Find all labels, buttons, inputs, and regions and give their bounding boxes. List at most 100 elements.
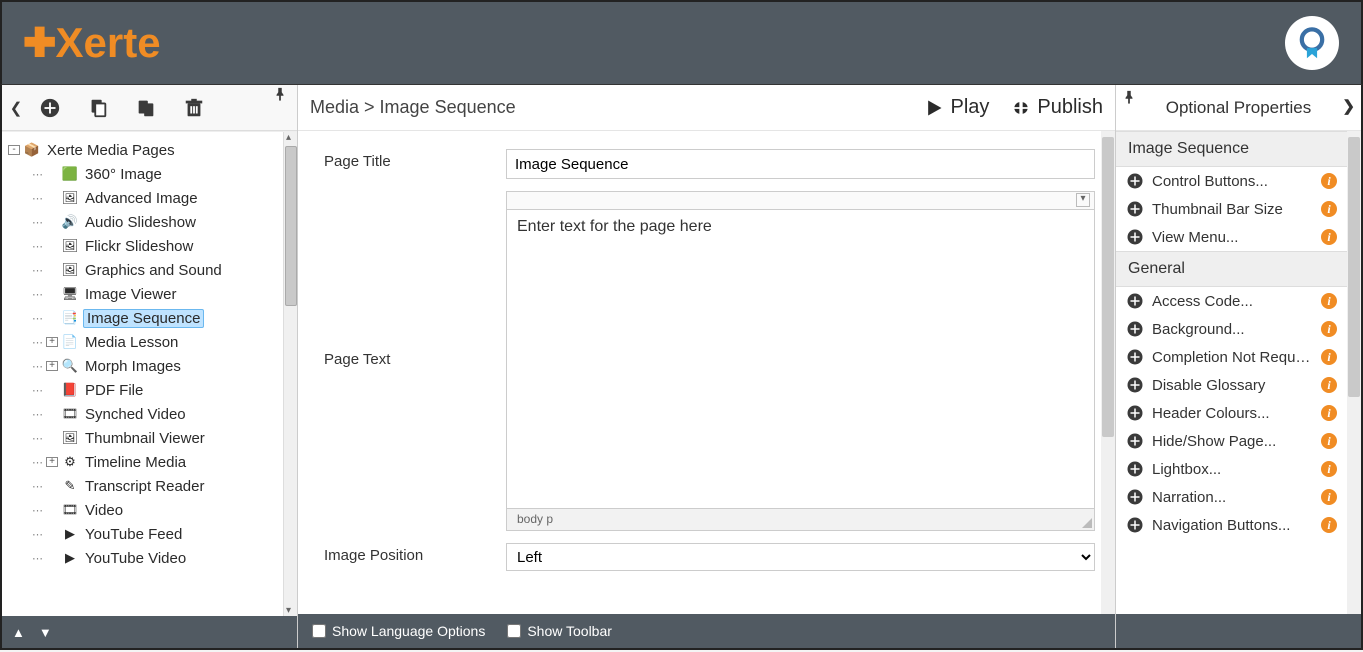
scrollbar-thumb[interactable] xyxy=(1102,137,1114,437)
property-item[interactable]: Disable Glossaryi xyxy=(1116,371,1347,399)
info-icon[interactable]: i xyxy=(1321,405,1337,421)
duplicate-button[interactable] xyxy=(74,86,122,130)
property-item[interactable]: Hide/Show Page...i xyxy=(1116,427,1347,455)
properties-section-title: Image Sequence xyxy=(1116,131,1347,167)
property-label: Navigation Buttons... xyxy=(1152,517,1313,534)
page-type-icon: ⚙ xyxy=(62,454,78,470)
add-property-icon xyxy=(1126,172,1144,190)
info-icon[interactable]: i xyxy=(1321,461,1337,477)
tree-item[interactable]: ⋯📑Image Sequence xyxy=(8,306,281,330)
page-type-icon: 🖥 xyxy=(62,286,78,302)
tree-item[interactable]: ⋯▶YouTube Video xyxy=(8,546,281,570)
property-item[interactable]: Header Colours...i xyxy=(1116,399,1347,427)
page-type-icon: ▶ xyxy=(62,550,78,566)
add-property-icon xyxy=(1126,348,1144,366)
pin-left-button[interactable] xyxy=(273,87,293,107)
tree-item[interactable]: ⋯🟩360° Image xyxy=(8,162,281,186)
tree-item-label: YouTube Feed xyxy=(83,526,184,543)
property-label: Completion Not Required xyxy=(1152,349,1313,366)
editor-toolbar[interactable] xyxy=(506,191,1095,209)
tree-item[interactable]: ⋯📕PDF File xyxy=(8,378,281,402)
property-item[interactable]: Navigation Buttons... i xyxy=(1116,511,1347,539)
app-logo: ✖ Xerte xyxy=(24,19,161,67)
tree-item[interactable]: ⋯🖥Image Viewer xyxy=(8,282,281,306)
property-label: Background... xyxy=(1152,321,1313,338)
page-type-icon: 🖼 xyxy=(62,238,78,254)
tree-item[interactable]: ⋯🖼Graphics and Sound xyxy=(8,258,281,282)
info-icon[interactable]: i xyxy=(1321,293,1337,309)
publish-button[interactable]: Publish xyxy=(1011,96,1103,119)
info-icon[interactable]: i xyxy=(1321,201,1337,217)
tree-item[interactable]: ⋯🖼Advanced Image xyxy=(8,186,281,210)
tree-item[interactable]: ⋯🎞Video xyxy=(8,498,281,522)
move-up-button[interactable]: ▲ xyxy=(12,625,25,640)
page-text-label: Page Text xyxy=(324,191,506,531)
tree-toolbar: ❮ xyxy=(2,85,297,131)
add-property-icon xyxy=(1126,432,1144,450)
resize-handle[interactable] xyxy=(1082,518,1092,528)
add-button[interactable] xyxy=(26,86,74,130)
page-type-icon: 🖼 xyxy=(62,262,78,278)
tree-item[interactable]: ⋯▶YouTube Feed xyxy=(8,522,281,546)
tree-item[interactable]: ⋯+🔍Morph Images xyxy=(8,354,281,378)
scrollbar-thumb[interactable] xyxy=(285,146,297,306)
tree-item[interactable]: ⋯+⚙Timeline Media xyxy=(8,450,281,474)
expand-icon[interactable]: + xyxy=(46,457,58,467)
info-icon[interactable]: i xyxy=(1321,517,1337,533)
editor-panel: Media > Image Sequence Play Publish Page… xyxy=(298,85,1116,648)
move-down-button[interactable]: ▼ xyxy=(39,625,52,640)
tree-item[interactable]: ⋯🖼Flickr Slideshow xyxy=(8,234,281,258)
property-item[interactable]: Lightbox...i xyxy=(1116,455,1347,483)
property-item[interactable]: Control Buttons... i xyxy=(1116,167,1347,195)
tree-item[interactable]: ⋯🔊Audio Slideshow xyxy=(8,210,281,234)
collapse-left-button[interactable]: ❮ xyxy=(6,86,26,130)
tree-item[interactable]: ⋯🎞Synched Video xyxy=(8,402,281,426)
property-item[interactable]: Background... i xyxy=(1116,315,1347,343)
info-icon[interactable]: i xyxy=(1321,321,1337,337)
show-language-checkbox[interactable]: Show Language Options xyxy=(312,623,485,639)
property-label: Control Buttons... xyxy=(1152,173,1313,190)
tree-item-label: Media Lesson xyxy=(83,334,180,351)
page-type-icon: 🎞 xyxy=(62,406,78,422)
property-item[interactable]: View Menu...i xyxy=(1116,223,1347,251)
collapse-icon[interactable]: - xyxy=(8,145,20,155)
copy-button[interactable] xyxy=(122,86,170,130)
play-icon xyxy=(924,98,944,118)
page-text-editor[interactable]: Enter text for the page here xyxy=(506,209,1095,509)
page-type-icon: 🎞 xyxy=(62,502,78,518)
page-type-icon: 📕 xyxy=(62,382,78,398)
collapse-right-button[interactable]: ❯ xyxy=(1342,97,1355,115)
tree-item[interactable]: ⋯🖼Thumbnail Viewer xyxy=(8,426,281,450)
editor-body: Page Title Page Text Enter text for the … xyxy=(298,131,1115,614)
add-property-icon xyxy=(1126,516,1144,534)
info-icon[interactable]: i xyxy=(1321,229,1337,245)
editor-scrollbar[interactable] xyxy=(1101,131,1115,614)
info-icon[interactable]: i xyxy=(1321,433,1337,449)
image-position-select[interactable]: Left xyxy=(506,543,1095,571)
expand-icon[interactable]: + xyxy=(46,337,58,347)
tree-item[interactable]: ⋯✎Transcript Reader xyxy=(8,474,281,498)
property-item[interactable]: Thumbnail Bar Sizei xyxy=(1116,195,1347,223)
property-item[interactable]: Narration...i xyxy=(1116,483,1347,511)
add-property-icon xyxy=(1126,404,1144,422)
info-icon[interactable]: i xyxy=(1321,377,1337,393)
info-icon[interactable]: i xyxy=(1321,489,1337,505)
info-icon[interactable]: i xyxy=(1321,349,1337,365)
scrollbar-thumb[interactable] xyxy=(1348,137,1360,397)
property-item[interactable]: Completion Not Required i xyxy=(1116,343,1347,371)
play-button[interactable]: Play xyxy=(924,96,989,119)
tree-scrollbar[interactable] xyxy=(283,132,297,616)
delete-button[interactable] xyxy=(170,86,218,130)
properties-scrollbar[interactable] xyxy=(1347,131,1361,614)
pin-right-button[interactable] xyxy=(1122,89,1136,109)
show-toolbar-checkbox[interactable]: Show Toolbar xyxy=(507,623,612,639)
tree-item[interactable]: ⋯+📄Media Lesson xyxy=(8,330,281,354)
page-tree[interactable]: - 📦 Xerte Media Pages ⋯🟩360° Image⋯🖼Adva… xyxy=(2,132,283,616)
page-title-input[interactable] xyxy=(506,149,1095,179)
tree-item-label: 360° Image xyxy=(83,166,164,183)
tree-panel: ❮ - 📦 Xerte Media Pages xyxy=(2,85,298,648)
info-icon[interactable]: i xyxy=(1321,173,1337,189)
tree-root[interactable]: - 📦 Xerte Media Pages xyxy=(8,138,281,162)
property-item[interactable]: Access Code...i xyxy=(1116,287,1347,315)
expand-icon[interactable]: + xyxy=(46,361,58,371)
